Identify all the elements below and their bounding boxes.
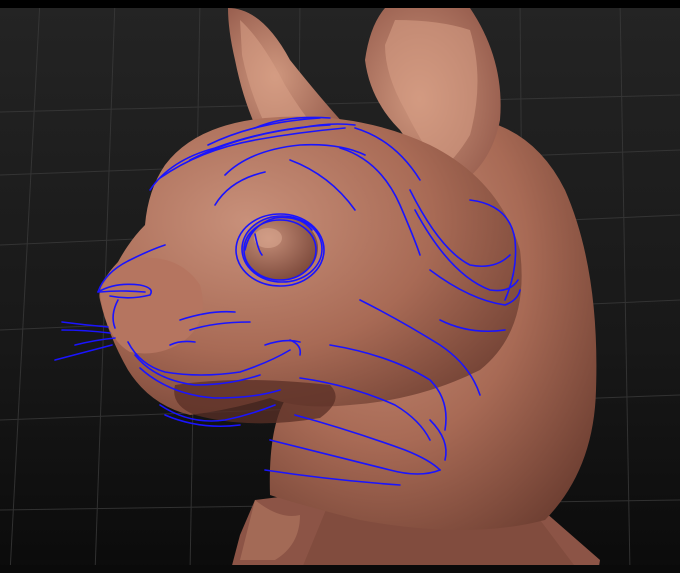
viewport-canvas[interactable] bbox=[0, 0, 680, 573]
viewport-frame-bottom bbox=[0, 565, 680, 573]
3d-viewport[interactable] bbox=[0, 0, 680, 573]
viewport-frame-top bbox=[0, 0, 680, 8]
